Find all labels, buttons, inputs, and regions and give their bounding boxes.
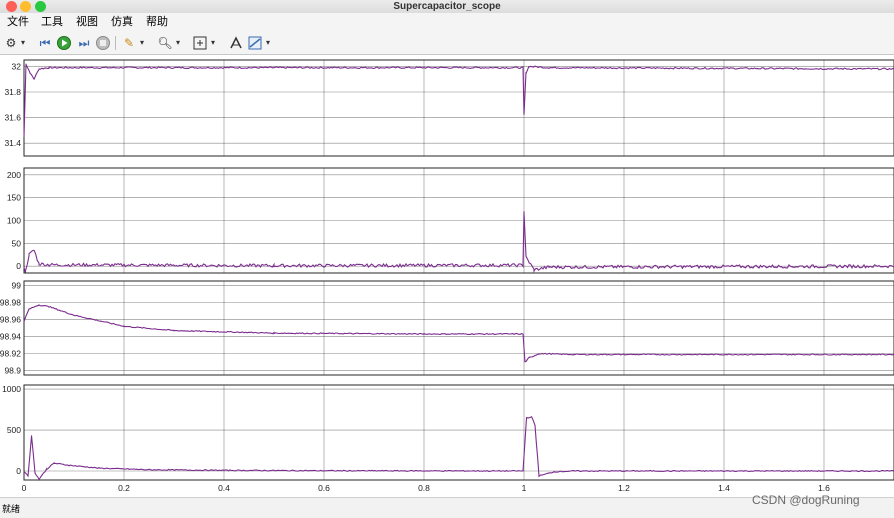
menu-tools[interactable]: 工具 — [41, 15, 63, 30]
x-tick-label: 1.4 — [718, 483, 730, 493]
window-title: Supercapacitor_scope — [393, 1, 501, 12]
menu-help[interactable]: 帮助 — [146, 15, 168, 30]
axes-frame — [23, 280, 894, 376]
chevron-down-icon[interactable]: ▾ — [140, 36, 144, 50]
highlight-icon[interactable]: ✎ — [121, 35, 137, 51]
zoom-icon[interactable]: 🔍︎ — [157, 35, 173, 51]
scope-plot-area[interactable]: 32 31.8 31.6 31.4 200 150 100 50 0 99 98.98 98.96 98… — [0, 55, 894, 495]
y-tick-label: 98.98 — [0, 297, 21, 307]
y-tick-label: 0 — [16, 261, 21, 271]
chevron-down-icon[interactable]: ▾ — [266, 36, 270, 50]
scope-panel-4[interactable]: 1000 500 0 — [2, 384, 894, 482]
y-tick-label: 98.92 — [0, 349, 21, 359]
x-tick-label: 0.8 — [418, 483, 430, 493]
scope-panel-2[interactable]: 200 150 100 50 0 — [7, 167, 894, 274]
y-tick-label: 98.96 — [0, 314, 21, 324]
chevron-down-icon[interactable]: ▾ — [176, 36, 180, 50]
y-tick-label: 31.6 — [4, 113, 21, 123]
x-tick-label: 0 — [22, 483, 27, 493]
y-tick-label: 31.8 — [4, 87, 21, 97]
y-tick-label: 50 — [12, 238, 22, 248]
run-icon[interactable] — [56, 35, 72, 51]
scope-panel-3[interactable]: 99 98.98 98.96 98.94 98.92 98.9 — [0, 280, 894, 376]
y-tick-label: 100 — [7, 216, 21, 226]
toolbar: ⚙ ▾ ⏮ ⏭ ✎ ▾ 🔍︎ ▾ ▾ ▾ — [0, 32, 894, 55]
title-bar: Supercapacitor_scope — [0, 0, 894, 13]
y-tick-label: 31.4 — [4, 138, 21, 148]
axes-frame — [23, 59, 894, 157]
gear-icon[interactable]: ⚙ — [3, 35, 19, 51]
y-tick-label: 500 — [7, 425, 21, 435]
menu-view[interactable]: 视图 — [76, 15, 98, 30]
chevron-down-icon[interactable]: ▾ — [21, 36, 25, 50]
y-tick-label: 99 — [12, 280, 22, 290]
fit-icon[interactable] — [192, 35, 208, 51]
stop-icon[interactable] — [95, 35, 111, 51]
menu-file[interactable]: 文件 — [7, 15, 29, 30]
x-tick-label: 1 — [522, 483, 527, 493]
y-tick-label: 200 — [7, 170, 21, 180]
rewind-icon[interactable]: ⏮ — [37, 35, 53, 51]
cursor-measure-icon[interactable] — [228, 35, 244, 51]
x-tick-label: 1.2 — [618, 483, 630, 493]
watermark: CSDN @dogRuning — [752, 493, 860, 507]
axes-frame — [23, 384, 894, 481]
y-tick-label: 1000 — [2, 384, 21, 394]
chevron-down-icon[interactable]: ▾ — [211, 36, 215, 50]
x-tick-label: 0.2 — [118, 483, 130, 493]
scope-plots[interactable]: 3231.831.631.42001501005009998.9898.9698… — [0, 55, 894, 495]
status-text: 就绪 — [2, 504, 21, 514]
scope-panel-1[interactable]: 32 31.8 31.6 31.4 — [4, 59, 894, 157]
toolbar-separator — [115, 36, 116, 50]
menu-bar: 文件 工具 视图 仿真 帮助 — [0, 13, 894, 32]
y-tick-label: 98.9 — [4, 366, 21, 376]
y-tick-label: 98.94 — [0, 332, 21, 342]
step-forward-icon[interactable]: ⏭ — [76, 35, 92, 51]
x-tick-label: 0.6 — [318, 483, 330, 493]
x-tick-label: 1.6 — [818, 483, 830, 493]
y-tick-label: 0 — [16, 466, 21, 476]
y-tick-label: 32 — [12, 61, 22, 71]
menu-simulation[interactable]: 仿真 — [111, 15, 133, 30]
y-tick-label: 150 — [7, 193, 21, 203]
x-tick-label: 0.4 — [218, 483, 230, 493]
signal-style-icon[interactable] — [247, 35, 263, 51]
